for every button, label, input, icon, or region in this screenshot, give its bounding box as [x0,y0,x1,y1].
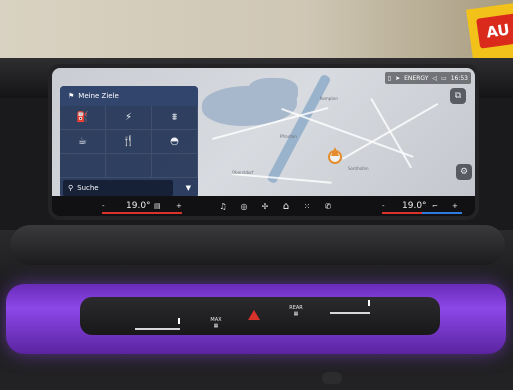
map-lake [248,78,298,106]
map-place-label: Pfronten [280,134,297,139]
apps-grid-icon[interactable]: ⁙ [301,200,313,212]
slider-knob[interactable] [368,300,370,306]
left-fan-slider[interactable] [135,328,180,330]
gear-icon: ⚙ [459,167,469,177]
max-defrost-button[interactable]: MAX ▦ [208,317,224,329]
burger-icon: ◓ [170,136,179,147]
clock: 16:53 [450,74,468,82]
dashboard-lip [10,225,505,265]
poi-coffee-button[interactable]: ☕ [60,130,106,154]
phone-icon: ▯ [387,74,392,82]
seat-heat-icon[interactable]: ⌐ [432,202,438,210]
rear-defrost-button[interactable]: REAR ▦ [286,305,306,317]
assist-icon[interactable]: ◎ [238,200,250,212]
climate-left: - 19.0° ▤ + [102,198,182,214]
panel-header[interactable]: ⚑ Meine Ziele [60,86,198,106]
phone-call-icon[interactable]: ✆ [322,200,334,212]
temp-left-indicator [102,212,182,214]
search-row: ⚲ Suche ▼ [60,178,198,198]
climate-right: - 19.0° ⌐ + [382,198,462,214]
fan-icon[interactable]: ✢ [259,200,271,212]
poi-empty-cell [152,154,198,178]
map-road [370,98,412,169]
temp-right-indicator-warm [382,212,422,214]
music-icon[interactable]: ♫ [217,200,229,212]
defrost-icon: ▦ [213,323,219,329]
vehicle-direction-icon [331,147,339,156]
map-view-button[interactable]: ⧉ [450,88,466,104]
hazard-warning-button[interactable] [248,310,260,320]
temp-left-minus-button[interactable]: - [102,202,105,210]
seat-heat-icon[interactable]: ▤ [154,202,161,210]
temp-left-value[interactable]: 19.0° [126,201,151,211]
temp-right-indicator-cool [422,212,462,214]
fuel-pump-icon: ⛽ [76,112,89,123]
bottom-control-bar: - 19.0° ▤ + ♫ ◎ ✢ ⌂ ⁙ ✆ - 19.0° ⌐ + [52,196,475,216]
search-icon: ⚲ [68,184,74,192]
search-placeholder: Suche [77,184,99,192]
background-logo: AU [476,13,513,49]
infotainment-display: Oberstdorf Pfronten Sonthofen Kempten ⧉ … [52,68,475,216]
poi-charging-button[interactable]: ⚡ [106,106,152,130]
energy-mode-label: ENERGY [404,74,429,82]
home-icon[interactable]: ⌂ [280,200,292,212]
poi-category-grid: ⛽ ⚡ ⩩ ☕ 🍴 ◓ [60,106,198,178]
slider-knob[interactable] [178,318,180,324]
temp-right-minus-button[interactable]: - [382,202,385,210]
notification-icon: ▭ [441,74,447,82]
poi-empty-cell [60,154,106,178]
flag-icon: ⚑ [68,92,75,100]
poi-fastfood-button[interactable]: ◓ [152,130,198,154]
map-settings-button[interactable]: ⚙ [456,164,472,180]
restaurant-icon: 🍴 [122,136,135,147]
map-place-label: Oberstdorf [232,170,254,175]
volume-icon: ◁ [432,74,438,82]
rear-defrost-icon: ▦ [293,311,299,317]
chevron-down-icon[interactable]: ▼ [186,184,191,192]
picnic-table-icon: ⩩ [171,112,178,123]
charging-station-icon: ⚡ [124,112,133,123]
my-destinations-panel: ⚑ Meine Ziele ⛽ ⚡ ⩩ ☕ 🍴 ◓ ⚲ Suche ▼ [60,86,198,198]
layers-icon: ⧉ [454,91,462,101]
status-bar: ▯ ➤ ENERGY ◁ ▭ 16:53 [384,72,471,84]
poi-picnic-button[interactable]: ⩩ [152,106,198,130]
poi-restaurant-button[interactable]: 🍴 [106,130,152,154]
poi-empty-cell [106,154,152,178]
lower-control-console [80,297,440,335]
temp-left-plus-button[interactable]: + [176,202,182,210]
search-input[interactable]: ⚲ Suche [63,180,173,196]
coffee-cup-icon: ☕ [78,136,87,147]
right-fan-slider[interactable] [330,312,370,314]
location-arrow-icon: ➤ [395,74,401,82]
console-knob[interactable] [322,372,342,384]
panel-title: Meine Ziele [78,92,119,100]
temp-right-value[interactable]: 19.0° [402,201,427,211]
map-place-label: Kempten [320,96,338,101]
poi-fuel-button[interactable]: ⛽ [60,106,106,130]
temp-right-plus-button[interactable]: + [452,202,458,210]
map-place-label: Sonthofen [348,166,369,171]
